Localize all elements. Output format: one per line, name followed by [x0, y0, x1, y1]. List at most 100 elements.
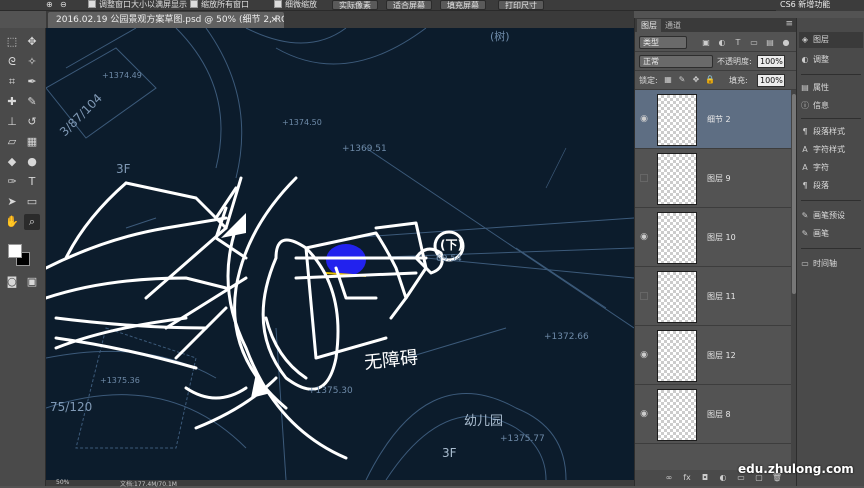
fit-screen-button[interactable]: 适合屏幕 [386, 0, 432, 10]
pen-tool-icon[interactable]: ✑ [4, 174, 20, 190]
status-zoom[interactable]: 50% [56, 479, 69, 486]
zoom-all-option[interactable]: 缩放所有窗口 [190, 0, 249, 10]
link-layers-icon[interactable]: ∞ [663, 472, 675, 484]
status-doc-size[interactable]: 文档:177.4M/70.1M [120, 479, 177, 488]
new-adjustment-icon[interactable]: ◐ [717, 472, 729, 484]
layer-list: ◉ 细节 2 图层 9 ◉ 图层 10 图层 11 ◉ 图层 12 ◉ 图层 8 [635, 90, 791, 470]
healing-brush-icon[interactable]: ✚ [4, 94, 20, 110]
quick-mask-icon[interactable]: ◙ [4, 274, 20, 290]
dock-item[interactable]: ⓘ 信息 [799, 98, 863, 114]
layer-row[interactable]: ◉ 图层 8 [635, 385, 791, 444]
shape-tool-icon[interactable]: ▭ [24, 194, 40, 210]
hand-tool-icon[interactable]: ✋ [4, 214, 20, 230]
layer-row[interactable]: ◉ 图层 10 [635, 208, 791, 267]
resize-windows-checkbox[interactable] [88, 0, 96, 8]
layers-panel-tabs: 图层 通道 ≡ [635, 18, 797, 32]
shape-filter-icon[interactable]: ▭ [749, 38, 759, 48]
filter-kind-select[interactable]: 类型 [639, 36, 687, 49]
fill-screen-button[interactable]: 填充屏幕 [440, 0, 486, 10]
marquee-tool-icon[interactable]: ⬚ [4, 34, 20, 50]
eraser-icon[interactable]: ▱ [4, 134, 20, 150]
zoom-tool-icon[interactable]: ⌕ [24, 214, 40, 230]
lock-all-icon[interactable]: 🔒 [705, 75, 715, 85]
type-tool-icon[interactable]: T [24, 174, 40, 190]
eye-icon[interactable]: ◉ [639, 409, 649, 419]
path-select-icon[interactable]: ➤ [4, 194, 20, 210]
hidden-visibility-icon[interactable] [640, 292, 648, 300]
smart-object-filter-icon[interactable]: ▤ [765, 38, 775, 48]
blend-mode-value: 正常 [643, 57, 659, 66]
zoom-out-icon[interactable]: ⊖ [60, 0, 67, 9]
dodge-tool-icon[interactable]: ● [24, 154, 40, 170]
dock-separator [801, 248, 861, 249]
dock-item[interactable]: A 字符样式 [799, 142, 863, 158]
layer-style-icon[interactable]: fx [681, 472, 693, 484]
eye-icon[interactable]: ◉ [639, 232, 649, 242]
lock-transparent-icon[interactable]: ▦ [663, 75, 673, 85]
quick-select-icon[interactable]: ✧ [24, 54, 40, 70]
tree-label: (树) [490, 30, 510, 43]
opacity-label: 不透明度: [717, 57, 752, 66]
clone-stamp-icon[interactable]: ⊥ [4, 114, 20, 130]
lock-pixels-icon[interactable]: ✎ [677, 75, 687, 85]
dock-item[interactable]: A 字符 [799, 160, 863, 176]
print-size-button[interactable]: 打印尺寸 [498, 0, 544, 10]
adjustment-filter-icon[interactable]: ◐ [717, 38, 727, 48]
scrubby-zoom-option[interactable]: 细微缩放 [274, 0, 317, 10]
layer-name[interactable]: 图层 10 [707, 232, 736, 243]
filter-toggle-icon[interactable]: ● [781, 38, 791, 48]
resize-windows-option[interactable]: 调整窗口大小以满屏显示 [88, 0, 187, 10]
layer-name[interactable]: 图层 8 [707, 409, 731, 420]
workspace-switcher[interactable]: CS6 新增功能 [776, 0, 864, 11]
panel-menu-icon[interactable]: ≡ [785, 19, 793, 29]
layer-row[interactable]: 图层 9 [635, 149, 791, 208]
opacity-input[interactable]: 100% [757, 55, 785, 68]
tab-layers[interactable]: 图层 [637, 19, 661, 32]
layer-name[interactable]: 图层 9 [707, 173, 731, 184]
paragraph-icon: ¶ [802, 181, 808, 190]
eye-icon[interactable]: ◉ [639, 114, 649, 124]
move-tool-icon[interactable]: ✥ [24, 34, 40, 50]
actual-pixels-button[interactable]: 实际像素 [332, 0, 378, 10]
layer-name[interactable]: 图层 11 [707, 291, 736, 302]
layer-name[interactable]: 图层 12 [707, 350, 736, 361]
blur-tool-icon[interactable]: ◆ [4, 154, 20, 170]
dock-item[interactable]: ✎ 画笔预设 [799, 208, 863, 224]
dock-item[interactable]: ▭ 时间轴 [799, 256, 863, 272]
crop-tool-icon[interactable]: ⌗ [4, 74, 20, 90]
zoom-all-checkbox[interactable] [190, 0, 198, 8]
scrubby-zoom-checkbox[interactable] [274, 0, 282, 8]
hidden-visibility-icon[interactable] [640, 174, 648, 182]
dock-item[interactable]: ◐ 调整 [799, 52, 863, 68]
eye-icon[interactable]: ◉ [639, 350, 649, 360]
tab-channels[interactable]: 通道 [661, 19, 685, 32]
document-canvas[interactable]: 3/87/104 3F 75/120 幼儿园 3F 无障碍 (下) +1374.… [46, 28, 634, 480]
dock-item-label: 信息 [813, 101, 829, 110]
gradient-icon[interactable]: ▦ [24, 134, 40, 150]
pixel-filter-icon[interactable]: ▣ [701, 38, 711, 48]
dock-item[interactable]: ▤ 属性 [799, 80, 863, 96]
foreground-color-swatch[interactable] [8, 244, 22, 258]
layers-panel: 图层 通道 ≡ 类型 ▣ ◐ T ▭ ▤ ● 正常 不透明度: 100% 锁定:… [634, 18, 797, 486]
blend-mode-select[interactable]: 正常 [639, 55, 713, 68]
lock-position-icon[interactable]: ✥ [691, 75, 701, 85]
dock-item[interactable]: ¶ 段落 [799, 178, 863, 194]
fill-input[interactable]: 100% [757, 74, 785, 87]
layer-name[interactable]: 细节 2 [707, 114, 731, 125]
close-tab-icon[interactable]: × [270, 12, 278, 28]
brush-tool-icon[interactable]: ✎ [24, 94, 40, 110]
screen-mode-icon[interactable]: ▣ [24, 274, 40, 290]
type-filter-icon[interactable]: T [733, 38, 743, 48]
dock-item[interactable]: ✎ 画笔 [799, 226, 863, 242]
document-tab[interactable]: 2016.02.19 公园景观方案草图.psd @ 50% (细节 2, RGB… [48, 12, 284, 28]
layer-row[interactable]: ◉ 细节 2 [635, 90, 791, 149]
zoom-in-icon[interactable]: ⊕ [46, 0, 53, 9]
lasso-tool-icon[interactable]: ᘓ [4, 54, 20, 70]
history-brush-icon[interactable]: ↺ [24, 114, 40, 130]
add-mask-icon[interactable]: ◘ [699, 472, 711, 484]
eyedropper-icon[interactable]: ✒ [24, 74, 40, 90]
layer-row[interactable]: ◉ 图层 12 [635, 326, 791, 385]
dock-item[interactable]: ◈ 图层 [799, 32, 863, 48]
layer-row[interactable]: 图层 11 [635, 267, 791, 326]
dock-item[interactable]: ¶ 段落样式 [799, 124, 863, 140]
